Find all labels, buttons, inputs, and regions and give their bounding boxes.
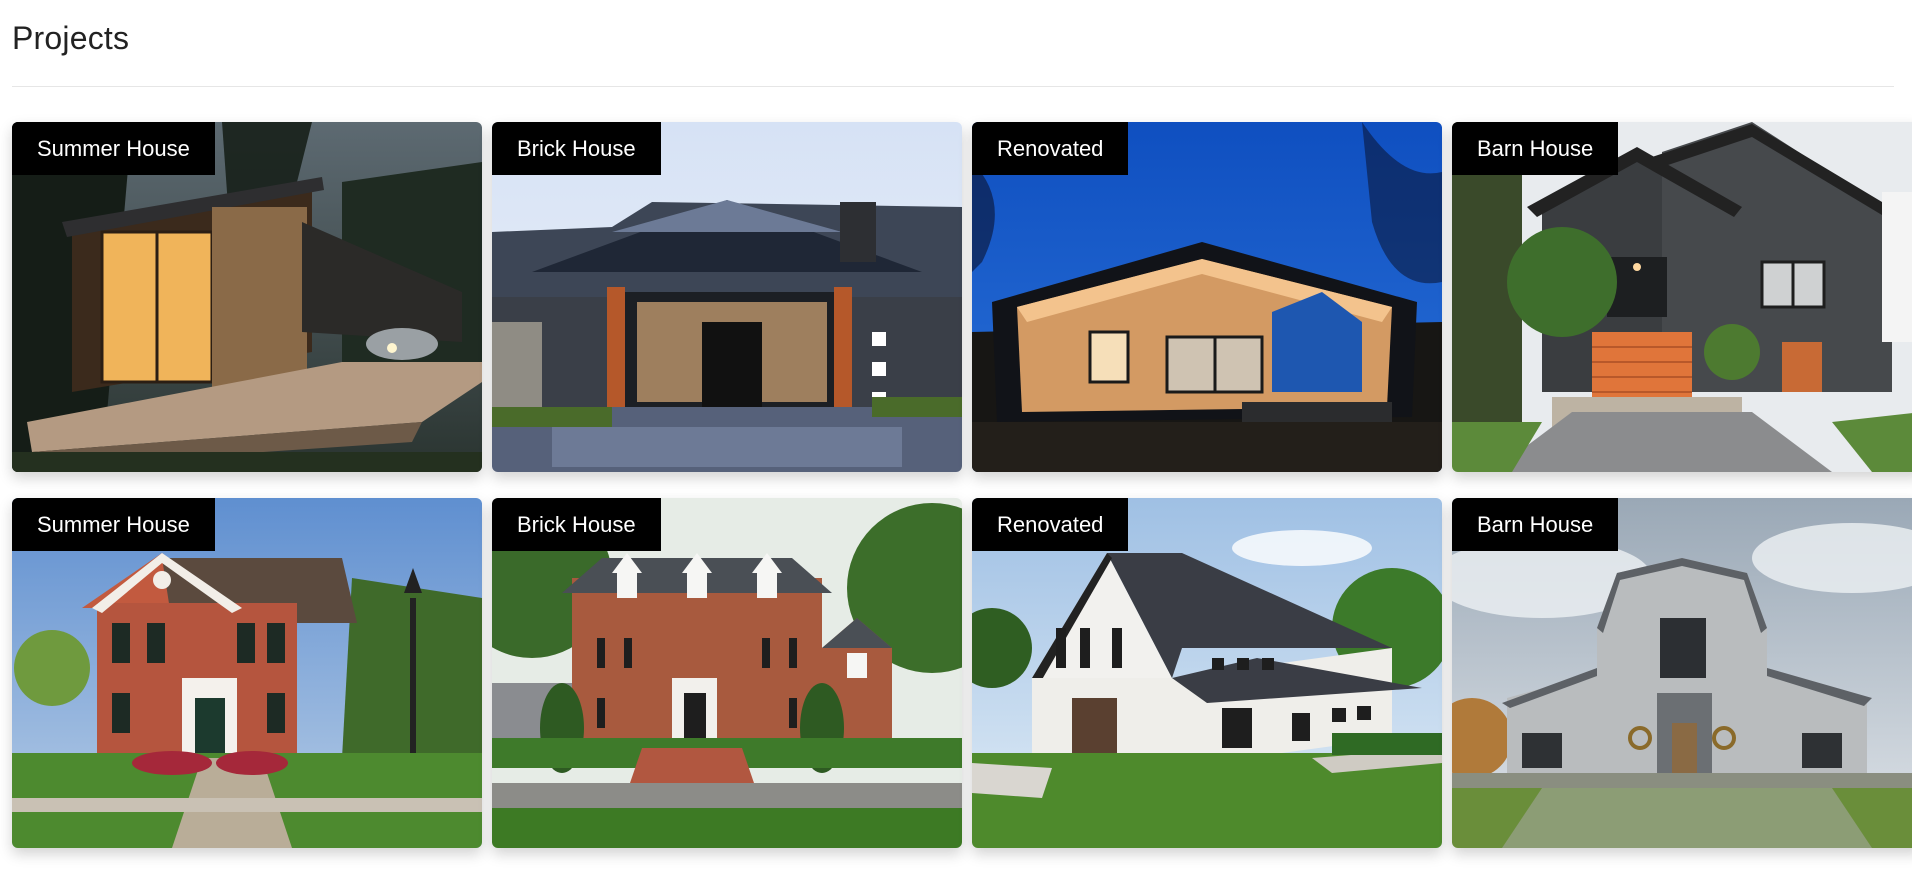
page-title: Projects: [12, 20, 130, 56]
title-divider: [12, 86, 1894, 87]
project-card[interactable]: Brick House: [492, 122, 962, 472]
project-card[interactable]: Renovated: [972, 498, 1442, 848]
project-tag: Summer House: [12, 498, 215, 551]
project-card[interactable]: Barn House: [1452, 122, 1912, 472]
project-tag: Summer House: [12, 122, 215, 175]
projects-page: Projects Summer House Brick House Renova…: [0, 0, 1912, 892]
project-tag: Renovated: [972, 122, 1129, 175]
project-card[interactable]: Renovated: [972, 122, 1442, 472]
project-card[interactable]: Summer House: [12, 122, 482, 472]
project-card[interactable]: Barn House: [1452, 498, 1912, 848]
project-tag: Renovated: [972, 498, 1129, 551]
project-tag: Brick House: [492, 498, 661, 551]
project-tag: Barn House: [1452, 122, 1619, 175]
project-tag: Brick House: [492, 122, 661, 175]
projects-grid: Summer House Brick House Renovated Barn …: [12, 122, 1912, 852]
project-card[interactable]: Brick House: [492, 498, 962, 848]
project-card[interactable]: Summer House: [12, 498, 482, 848]
project-tag: Barn House: [1452, 498, 1619, 551]
